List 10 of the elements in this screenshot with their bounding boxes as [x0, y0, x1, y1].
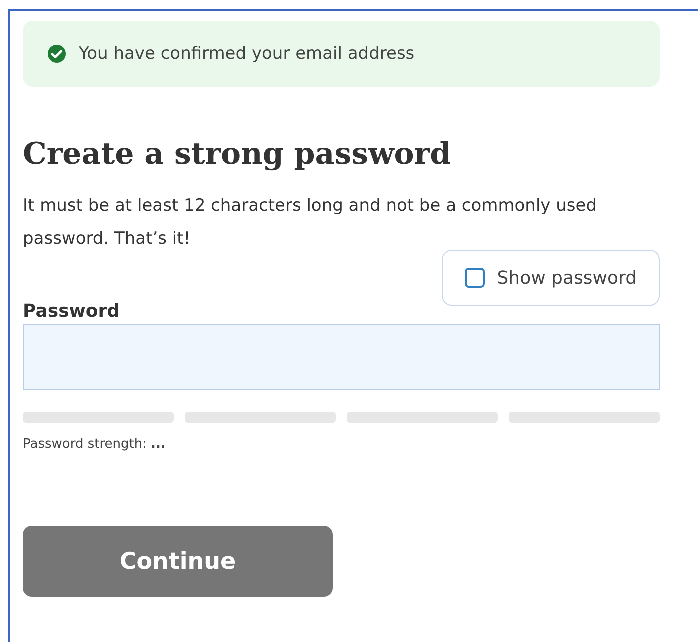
check-circle-icon [47, 44, 67, 64]
intro-text: It must be at least 12 characters long and not be a commonly used password. That’s it! [23, 195, 598, 251]
banner-text: You have confirmed your email address [79, 44, 415, 64]
password-field[interactable] [23, 324, 660, 390]
strength-value: ... [151, 437, 166, 452]
show-password-toggle[interactable]: Show password [442, 250, 660, 306]
page-heading: Create a strong password [23, 136, 452, 174]
field-label: Password [23, 301, 120, 322]
strength-label: Password strength: [23, 437, 147, 452]
checkbox[interactable] [465, 268, 486, 288]
